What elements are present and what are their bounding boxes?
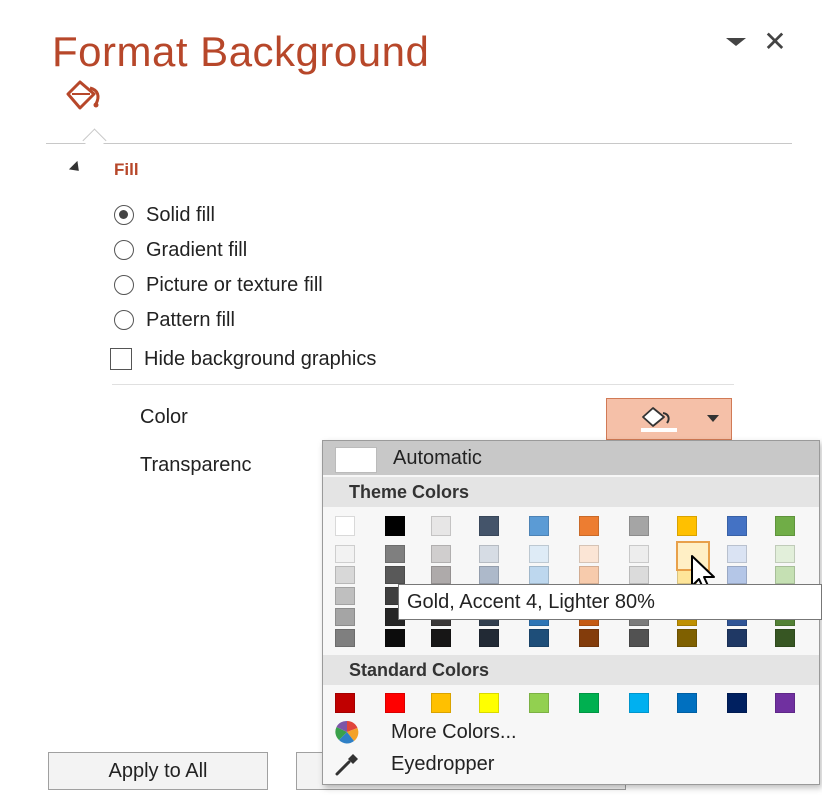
standard-swatch[interactable]: [529, 693, 549, 713]
close-button[interactable]: ✕: [760, 28, 790, 58]
theme-shade-swatch[interactable]: [677, 629, 697, 647]
checkbox-icon: [110, 348, 132, 370]
standard-colors-header: Standard Colors: [323, 655, 819, 685]
theme-swatch[interactable]: [579, 516, 599, 536]
theme-shade-swatch[interactable]: [335, 566, 355, 584]
hide-background-graphics-checkbox[interactable]: Hide background graphics: [110, 344, 376, 374]
automatic-color-item[interactable]: Automatic: [323, 441, 819, 475]
theme-swatch[interactable]: [431, 516, 451, 536]
theme-shade-swatch[interactable]: [385, 545, 405, 563]
theme-shade-swatch[interactable]: [479, 566, 499, 584]
radio-icon: [114, 275, 134, 295]
eyedropper-label: Eyedropper: [391, 753, 495, 775]
theme-shade-swatch[interactable]: [629, 566, 649, 584]
gradient-fill-label: Gradient fill: [146, 238, 248, 261]
radio-icon: [114, 310, 134, 330]
more-colors-label: More Colors...: [391, 721, 517, 743]
hide-background-graphics-label: Hide background graphics: [144, 347, 377, 370]
theme-colors-header: Theme Colors: [323, 477, 819, 507]
standard-swatch[interactable]: [579, 693, 599, 713]
pane-title: Format Background: [52, 28, 430, 75]
solid-fill-label: Solid fill: [146, 203, 215, 226]
theme-shade-swatch[interactable]: [629, 545, 649, 563]
theme-shade-swatch[interactable]: [479, 629, 499, 647]
theme-shade-swatch[interactable]: [529, 629, 549, 647]
section-divider: [112, 384, 734, 385]
chevron-down-icon: [707, 415, 719, 422]
theme-swatch[interactable]: [479, 516, 499, 536]
fill-section-header[interactable]: Fill: [68, 158, 180, 182]
theme-shade-swatch[interactable]: [431, 629, 451, 647]
color-wheel-icon: [335, 720, 359, 744]
theme-shade-swatch[interactable]: [385, 566, 405, 584]
transparency-label: Transparenc: [140, 454, 252, 476]
theme-swatch[interactable]: [775, 516, 795, 536]
standard-swatch[interactable]: [479, 693, 499, 713]
theme-shade-swatch[interactable]: [629, 629, 649, 647]
standard-swatch[interactable]: [629, 693, 649, 713]
theme-shade-swatch[interactable]: [727, 545, 747, 563]
theme-shade-swatch[interactable]: [335, 629, 355, 647]
eyedropper-item[interactable]: Eyedropper: [323, 749, 819, 779]
picture-texture-fill-label: Picture or texture fill: [146, 273, 323, 296]
theme-shade-swatch[interactable]: [775, 629, 795, 647]
theme-colors-label: Theme Colors: [349, 482, 470, 502]
theme-swatch[interactable]: [335, 516, 355, 536]
standard-swatch[interactable]: [385, 693, 405, 713]
standard-swatch[interactable]: [677, 693, 697, 713]
paint-bucket-icon: [66, 80, 100, 110]
format-background-pane: Format Background ✕ Fill Solid fill Grad…: [0, 0, 822, 809]
fill-line-tab[interactable]: [62, 78, 104, 114]
theme-shade-swatch[interactable]: [479, 545, 499, 563]
standard-colors-label: Standard Colors: [349, 660, 490, 680]
theme-shade-swatch[interactable]: [775, 545, 795, 563]
chevron-down-icon: [726, 38, 746, 46]
theme-shade-swatch[interactable]: [775, 566, 795, 584]
fill-section-label: Fill: [114, 160, 139, 179]
theme-swatch[interactable]: [629, 516, 649, 536]
standard-swatch[interactable]: [335, 693, 355, 713]
theme-shade-swatch[interactable]: [385, 629, 405, 647]
theme-shade-swatch[interactable]: [579, 629, 599, 647]
more-colors-item[interactable]: More Colors...: [323, 717, 819, 747]
standard-swatch[interactable]: [431, 693, 451, 713]
theme-swatch[interactable]: [529, 516, 549, 536]
task-pane-options-button[interactable]: [722, 30, 750, 54]
standard-swatch[interactable]: [775, 693, 795, 713]
gradient-fill-radio[interactable]: Gradient fill: [114, 235, 247, 265]
radio-icon: [114, 240, 134, 260]
theme-shade-swatch[interactable]: [579, 566, 599, 584]
apply-to-all-button[interactable]: Apply to All: [48, 752, 268, 790]
theme-shade-swatch[interactable]: [529, 545, 549, 563]
tab-divider: [46, 143, 792, 144]
theme-swatch[interactable]: [385, 516, 405, 536]
paint-bucket-icon: [641, 407, 677, 432]
radio-selected-icon: [114, 205, 134, 225]
standard-swatch[interactable]: [727, 693, 747, 713]
automatic-swatch: [335, 447, 377, 473]
theme-shade-swatch[interactable]: [335, 587, 355, 605]
theme-shade-swatch[interactable]: [335, 608, 355, 626]
fill-color-dropdown-button[interactable]: [606, 398, 732, 440]
swatch-tooltip: Gold, Accent 4, Lighter 80%: [398, 584, 822, 620]
picture-texture-fill-radio[interactable]: Picture or texture fill: [114, 270, 323, 300]
close-icon: ✕: [763, 26, 787, 57]
pattern-fill-label: Pattern fill: [146, 308, 235, 331]
theme-shade-swatch[interactable]: [529, 566, 549, 584]
theme-swatch[interactable]: [727, 516, 747, 536]
automatic-label: Automatic: [393, 447, 482, 469]
theme-shade-swatch[interactable]: [431, 566, 451, 584]
pattern-fill-radio[interactable]: Pattern fill: [114, 305, 235, 335]
theme-shade-swatch[interactable]: [727, 566, 747, 584]
theme-shade-swatch[interactable]: [727, 629, 747, 647]
theme-shade-swatch[interactable]: [335, 545, 355, 563]
color-label: Color: [140, 406, 188, 428]
collapse-triangle-icon: [68, 160, 84, 176]
eyedropper-icon: [335, 754, 358, 776]
theme-swatch[interactable]: [677, 516, 697, 536]
theme-shade-swatch[interactable]: [431, 545, 451, 563]
tab-indicator: [82, 128, 107, 153]
theme-shade-swatch[interactable]: [579, 545, 599, 563]
solid-fill-radio[interactable]: Solid fill: [114, 200, 215, 230]
